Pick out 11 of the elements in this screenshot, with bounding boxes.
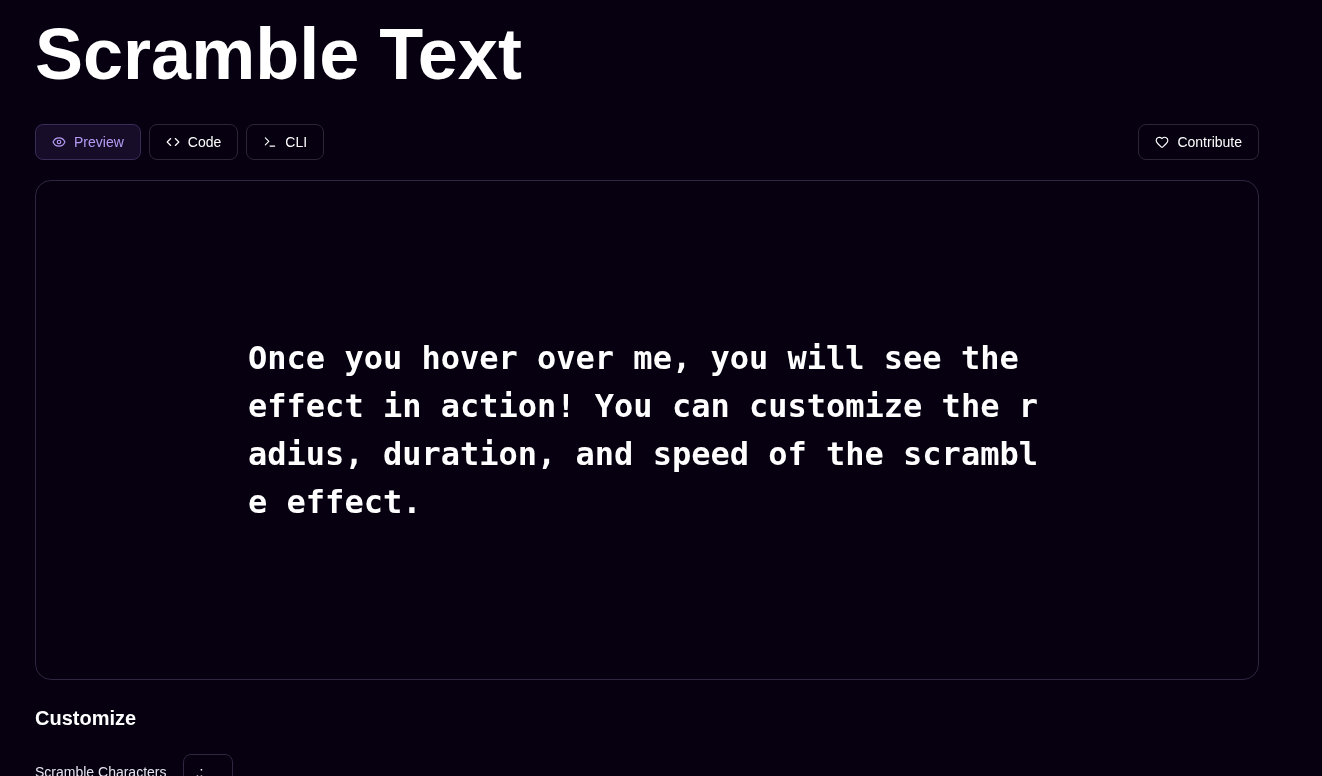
page-title: Scramble Text	[35, 18, 522, 90]
code-icon	[165, 135, 180, 149]
eye-icon	[52, 135, 66, 149]
tab[interactable]: CLI	[246, 124, 325, 160]
tab[interactable]: Code	[148, 124, 239, 160]
heart-icon	[1155, 135, 1170, 149]
section-title: Customize	[35, 706, 137, 730]
tab[interactable]: Preview	[35, 124, 141, 160]
terminal-icon	[263, 135, 278, 149]
scramble-text: Once you hover over me, you will see the effect in action! You can customize the radius, duration, and speed of the scramble effect.	[248, 338, 1038, 523]
contribute-button[interactable]: Contribute	[1138, 124, 1259, 160]
